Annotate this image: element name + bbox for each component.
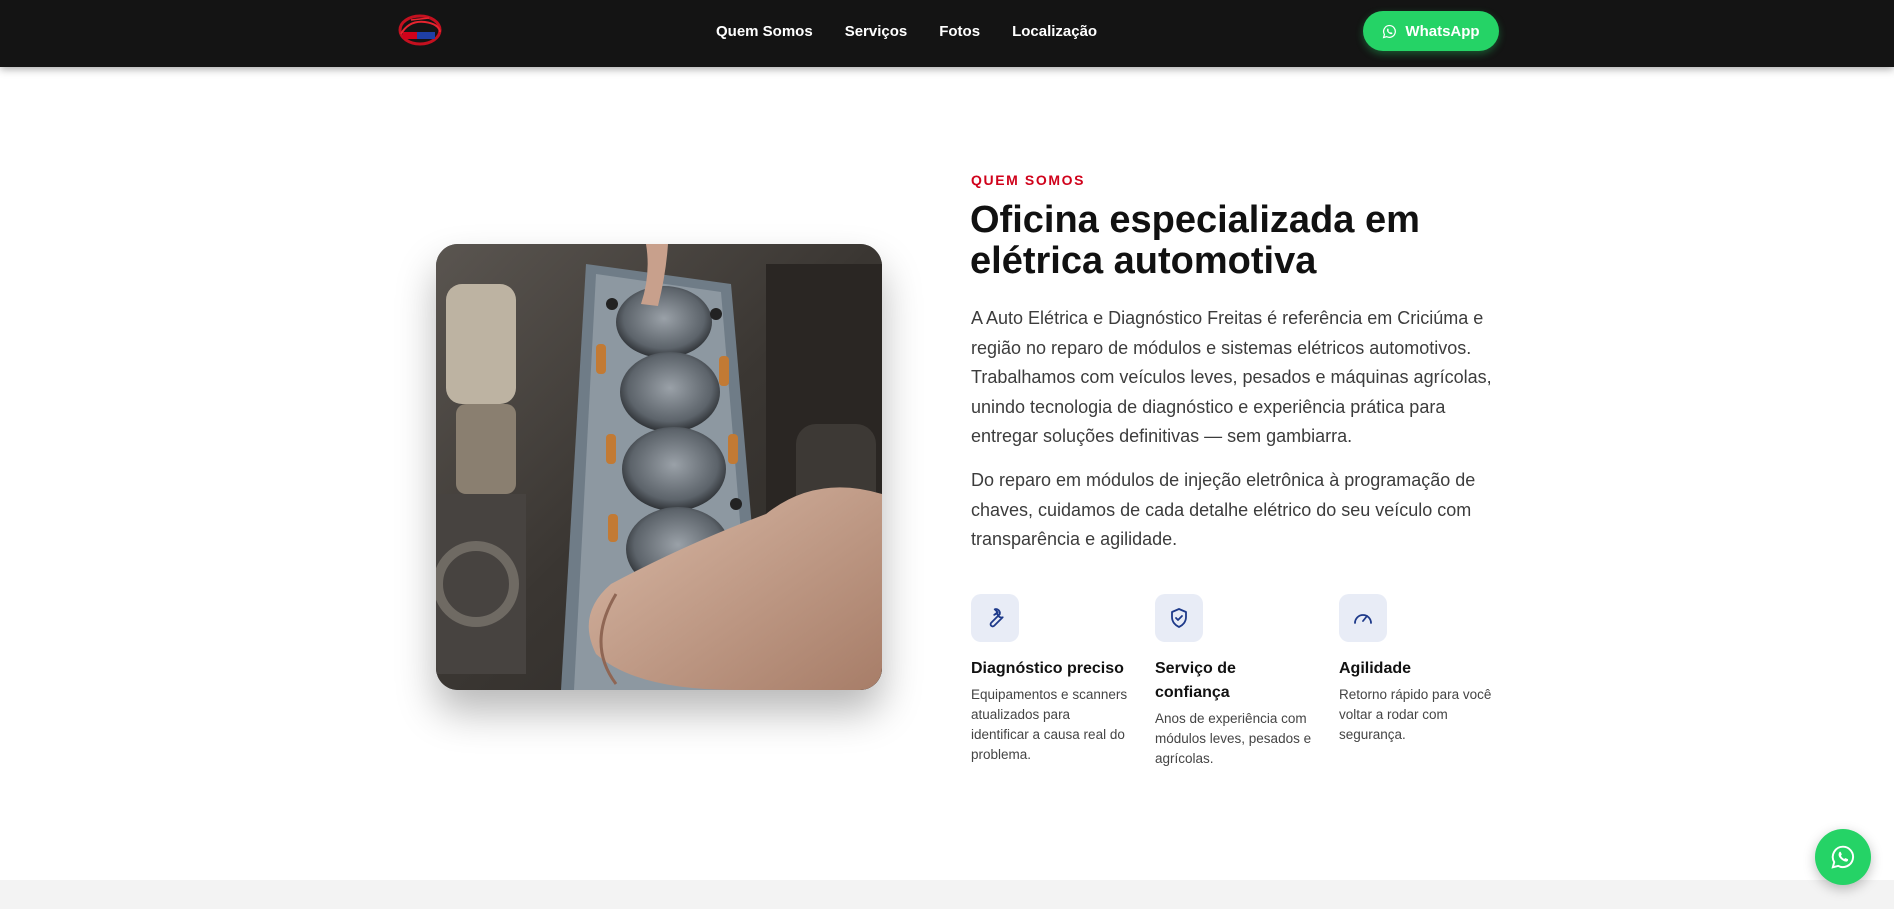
floating-whatsapp-button[interactable]: [1815, 829, 1871, 885]
whatsapp-icon: [1831, 845, 1855, 869]
nav-link-servicos[interactable]: Serviços: [845, 23, 908, 40]
site-header: Quem Somos Serviços Fotos Localização Wh…: [0, 0, 1894, 67]
feature-agilidade: Agilidade Retorno rápido para você volta…: [1339, 594, 1499, 745]
nav-link-quem-somos[interactable]: Quem Somos: [716, 23, 813, 40]
about-paragraph-2: Do reparo em módulos de injeção eletrôni…: [971, 470, 1476, 549]
whatsapp-button[interactable]: WhatsApp: [1363, 11, 1499, 51]
whatsapp-button-label: WhatsApp: [1405, 22, 1480, 40]
logo[interactable]: [395, 12, 445, 48]
next-section-band: [0, 880, 1894, 909]
shield-check-icon: [1155, 594, 1203, 642]
about-paragraph-1: A Auto Elétrica e Diagnóstico Freitas é …: [971, 308, 1492, 446]
feature-confianca: Serviço de confiança Anos de experiência…: [1155, 594, 1315, 769]
main-nav: Quem Somos Serviços Fotos Localização: [716, 0, 1097, 62]
feature-title: Agilidade: [1339, 660, 1412, 677]
feature-description: Equipamentos e scanners atualizados para…: [971, 687, 1128, 762]
speedometer-icon: [1339, 594, 1387, 642]
engine-repair-photo: [436, 244, 882, 690]
feature-title: Diagnóstico preciso: [971, 660, 1124, 677]
feature-title: Serviço de confiança: [1155, 660, 1236, 701]
section-eyebrow: QUEM SOMOS: [971, 172, 1086, 188]
feature-description: Retorno rápido para você voltar a rodar …: [1339, 687, 1492, 742]
wrench-icon: [971, 594, 1019, 642]
feature-description: Anos de experiência com módulos leves, p…: [1155, 711, 1312, 766]
nav-link-localizacao[interactable]: Localização: [1012, 23, 1097, 40]
whatsapp-icon: [1383, 24, 1397, 38]
section-title: Oficina especializada em elétrica automo…: [970, 199, 1420, 282]
nav-link-fotos[interactable]: Fotos: [939, 23, 980, 40]
feature-diagnostico: Diagnóstico preciso Equipamentos e scann…: [971, 594, 1131, 765]
